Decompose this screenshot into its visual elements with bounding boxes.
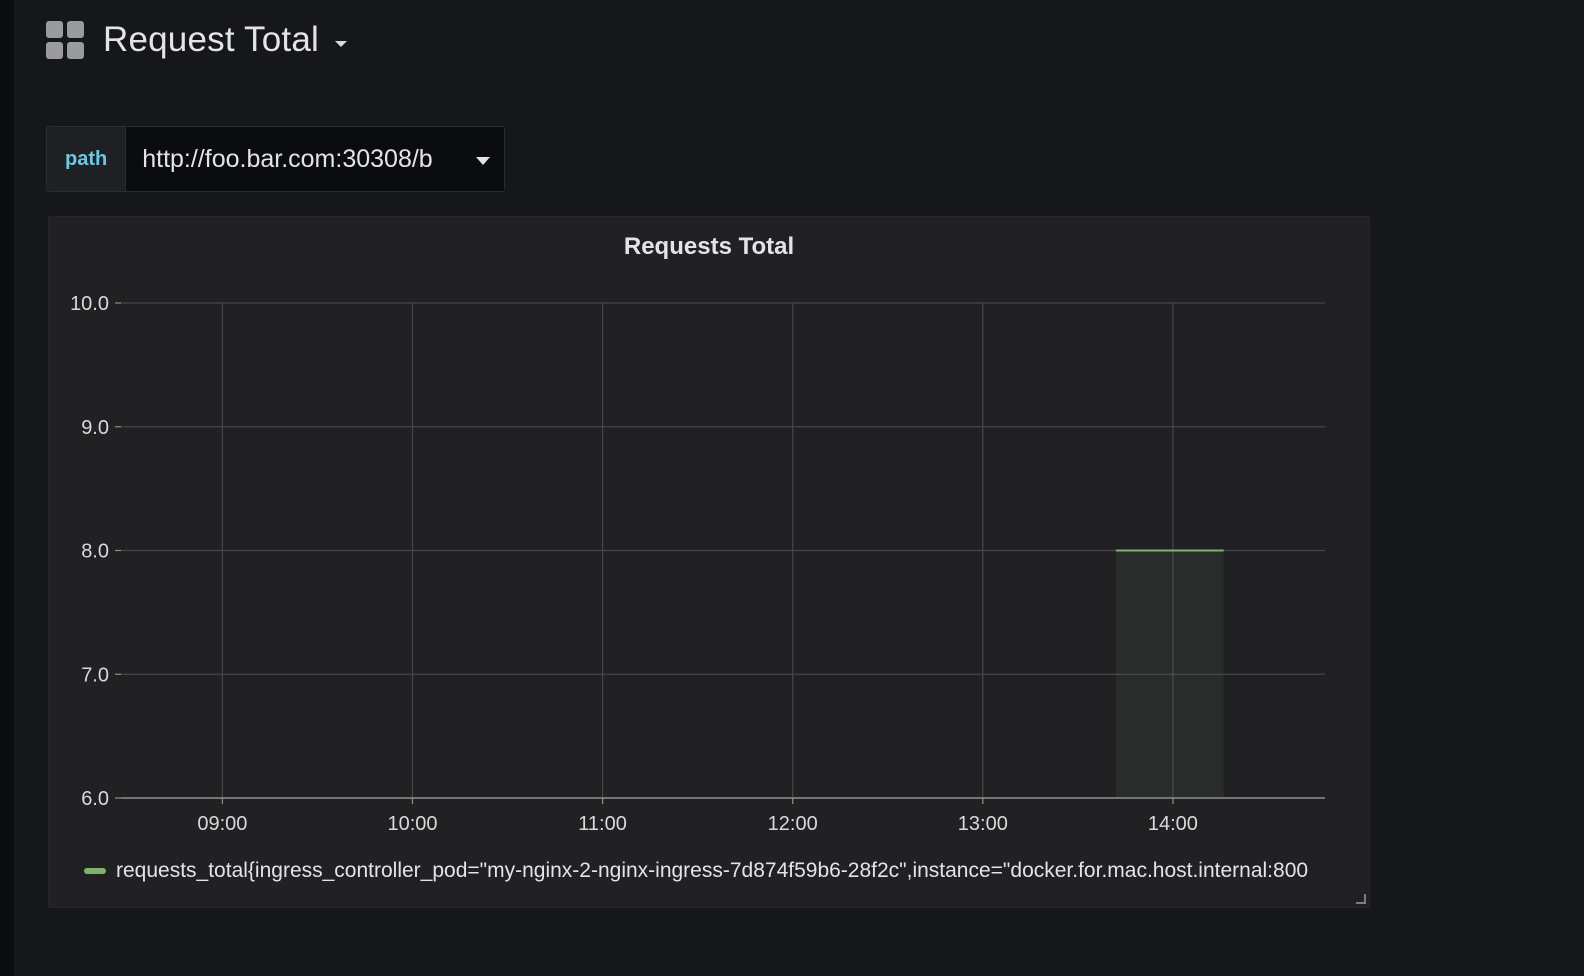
- x-tick-label: 12:00: [768, 813, 818, 835]
- sidebar-edge: [0, 0, 14, 976]
- variable-label: path: [46, 126, 126, 192]
- variable-select[interactable]: http://foo.bar.com:30308/b: [125, 126, 506, 192]
- chevron-down-icon[interactable]: [334, 41, 347, 47]
- graph-panel: Requests Total 6.0 7.0 8.0 9.0 10.0 09:00 10:0…: [48, 216, 1370, 908]
- series-area: [1115, 550, 1224, 798]
- y-tick-label: 8.0: [81, 541, 109, 563]
- y-tick-label: 10.0: [70, 293, 109, 315]
- legend-series-label[interactable]: requests_total{ingress_controller_pod="m…: [116, 859, 1308, 883]
- variable-value: http://foo.bar.com:30308/b: [142, 144, 433, 173]
- y-tick-label: 9.0: [81, 417, 109, 439]
- panel-resize-handle[interactable]: [1356, 894, 1366, 904]
- y-tick-label: 7.0: [81, 664, 109, 686]
- dashboard-grid-icon[interactable]: [46, 21, 84, 59]
- dashboard-header: Request Total: [46, 20, 347, 60]
- x-tick-label: 11:00: [578, 813, 627, 835]
- x-tick-label: 10:00: [387, 813, 437, 835]
- chart-svg: 6.0 7.0 8.0 9.0 10.0 09:00 10:00 11:00 12:00 13:0…: [70, 293, 1325, 835]
- x-tick-label: 09:00: [197, 813, 247, 835]
- y-tick-label: 6.0: [81, 788, 109, 810]
- x-tick-label: 13:00: [958, 813, 1008, 835]
- legend: requests_total{ingress_controller_pod="m…: [84, 859, 1354, 883]
- legend-swatch: [84, 868, 106, 874]
- template-variable-path: path http://foo.bar.com:30308/b: [46, 126, 506, 192]
- x-tick-label: 14:00: [1148, 813, 1198, 835]
- caret-down-icon: [476, 157, 491, 165]
- dashboard-title[interactable]: Request Total: [103, 20, 319, 60]
